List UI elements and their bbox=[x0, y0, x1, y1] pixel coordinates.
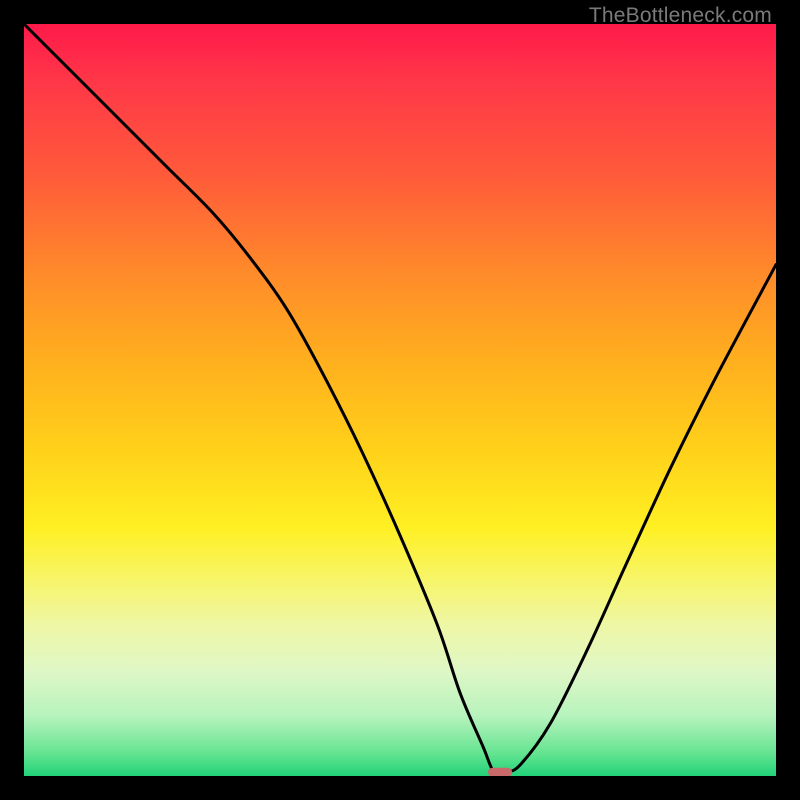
plot-area bbox=[24, 24, 776, 776]
optimal-marker bbox=[488, 768, 512, 776]
chart-svg bbox=[24, 24, 776, 776]
chart-frame: TheBottleneck.com bbox=[0, 0, 800, 800]
bottleneck-curve bbox=[24, 24, 776, 774]
